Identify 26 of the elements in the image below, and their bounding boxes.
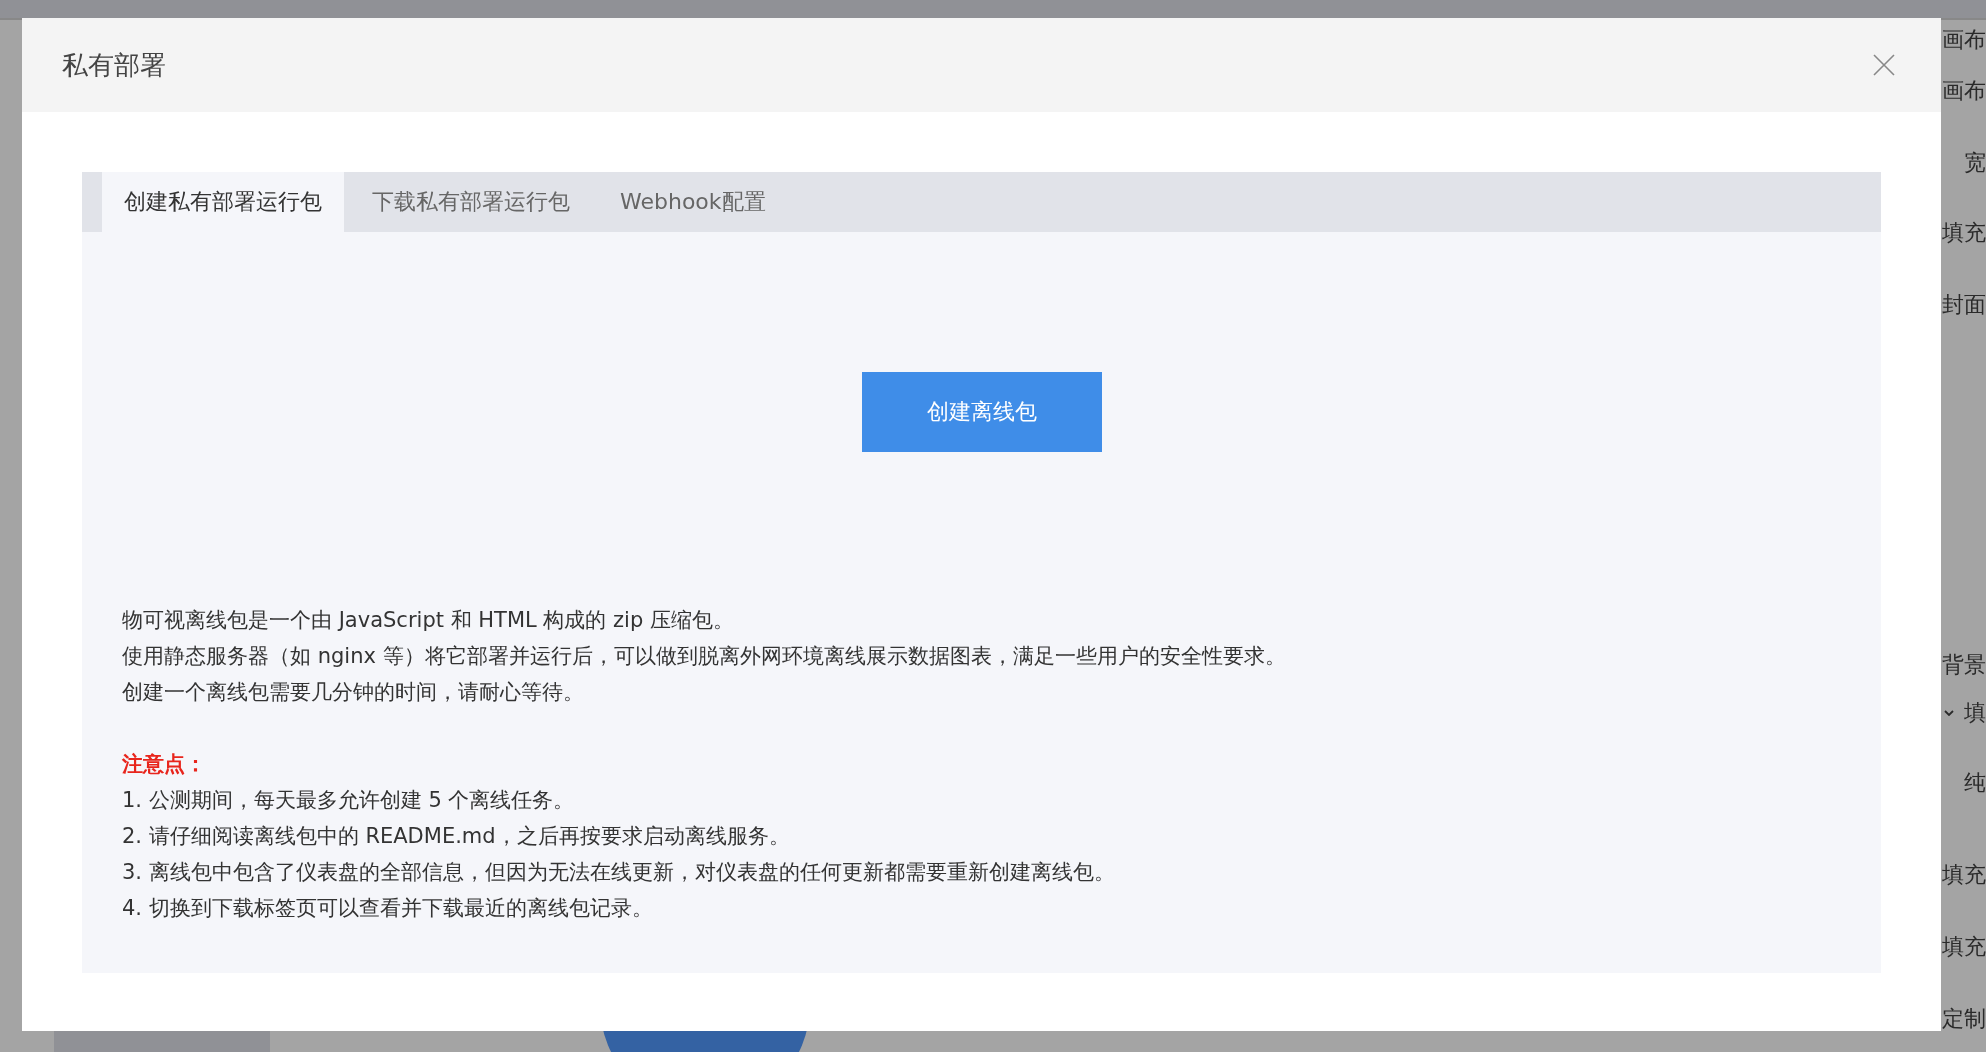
close-icon[interactable]	[1873, 54, 1895, 76]
note-text: 4. 切换到下载标签页可以查看并下载最近的离线包记录。	[122, 895, 654, 922]
panel-label: 背景	[1942, 651, 1986, 679]
panel-label: 填充	[1942, 219, 1986, 247]
description-text: 物可视离线包是一个由 JavaScript 和 HTML 构成的 zip 压缩包。	[122, 607, 735, 634]
create-button[interactable]: 创建离线包	[861, 372, 1102, 452]
tab[interactable]: Webhook配置	[598, 172, 788, 232]
description-text: 创建一个离线包需要几分钟的时间，请耐心等待。	[122, 679, 585, 706]
panel-label: 画布	[1942, 77, 1986, 105]
panel-label: 填充	[1942, 861, 1986, 889]
panel-label: 画布	[1942, 26, 1986, 54]
panel-label: 填充	[1942, 933, 1986, 961]
panel-label: 填	[1964, 699, 1986, 727]
note-text: 1. 公测期间，每天最多允许创建 5 个离线任务。	[122, 787, 576, 814]
note-text: 2. 请仔细阅读离线包中的 README.md，之后再按要求启动离线服务。	[122, 823, 791, 850]
panel-label: 定制	[1942, 1005, 1986, 1033]
chevron-icon	[1944, 710, 1954, 716]
description-text: 使用静态服务器（如 nginx 等）将它部署并运行后，可以做到脱离外网环境离线展示数据图表，满足一些用户的安全性要求。	[122, 643, 1287, 670]
panel-label: 宽	[1964, 149, 1986, 177]
notes-heading: 注意点：	[122, 751, 207, 778]
panel-label: 纯	[1964, 769, 1986, 797]
note-text: 3. 离线包中包含了仪表盘的全部信息，但因为无法在线更新，对仪表盘的任何更新都需要重新创建离线包。	[122, 859, 1116, 886]
tab[interactable]: 创建私有部署运行包	[102, 172, 344, 232]
panel-label: 封面	[1942, 291, 1986, 319]
dialog-title: 私有部署	[62, 48, 166, 82]
tab[interactable]: 下载私有部署运行包	[350, 172, 592, 232]
